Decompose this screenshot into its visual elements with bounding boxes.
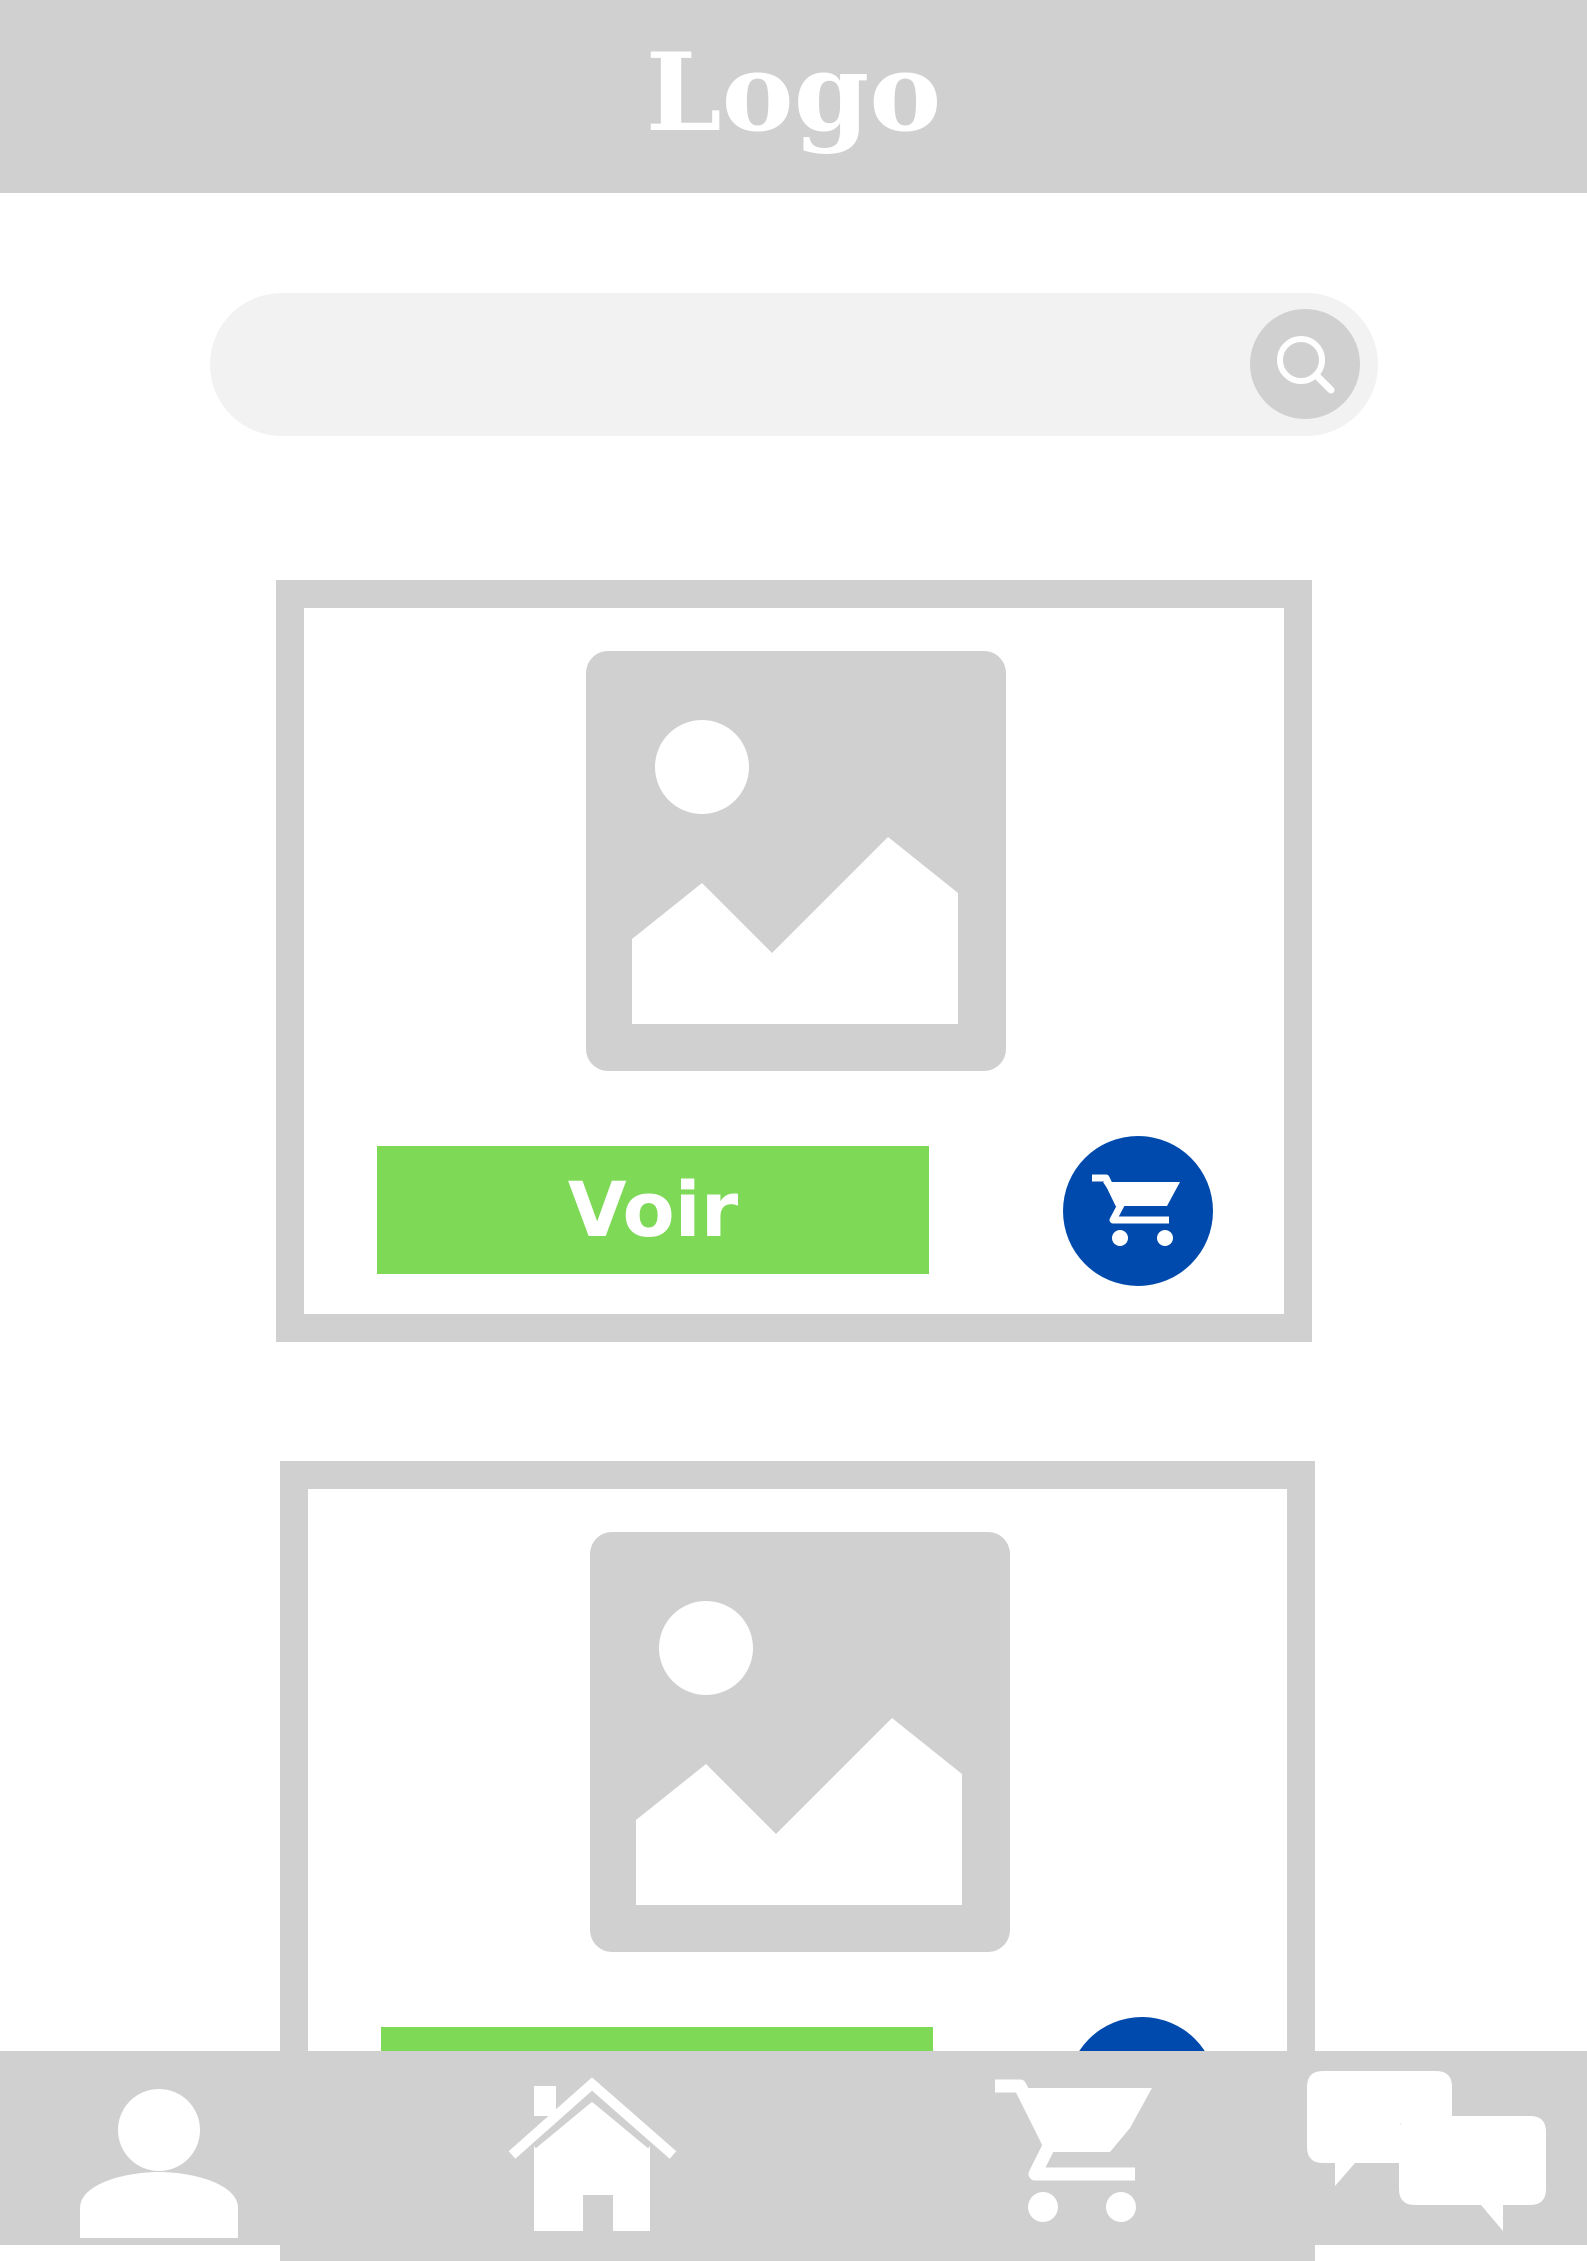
nav-chat[interactable] <box>1305 2071 1550 2236</box>
cart-icon <box>990 2079 1165 2245</box>
bottom-nav <box>0 2051 1587 2248</box>
view-button[interactable]: Voir <box>377 1146 929 1274</box>
search-bar <box>210 293 1378 436</box>
app-header: Logo <box>0 0 1587 193</box>
nav-profile[interactable] <box>75 2068 245 2248</box>
logo: Logo <box>645 29 942 156</box>
home-icon <box>505 2077 685 2242</box>
image-placeholder-icon <box>586 651 1006 1071</box>
user-icon <box>75 2089 245 2248</box>
chat-icon <box>1305 2071 1550 2240</box>
add-to-cart-button[interactable] <box>1063 1136 1213 1286</box>
product-card: Voir <box>276 580 1312 1342</box>
search-input[interactable] <box>270 323 1234 409</box>
nav-cart[interactable] <box>990 2066 1165 2241</box>
image-placeholder-icon <box>590 1532 1010 1952</box>
search-button[interactable] <box>1250 309 1360 419</box>
nav-home[interactable] <box>505 2068 685 2238</box>
